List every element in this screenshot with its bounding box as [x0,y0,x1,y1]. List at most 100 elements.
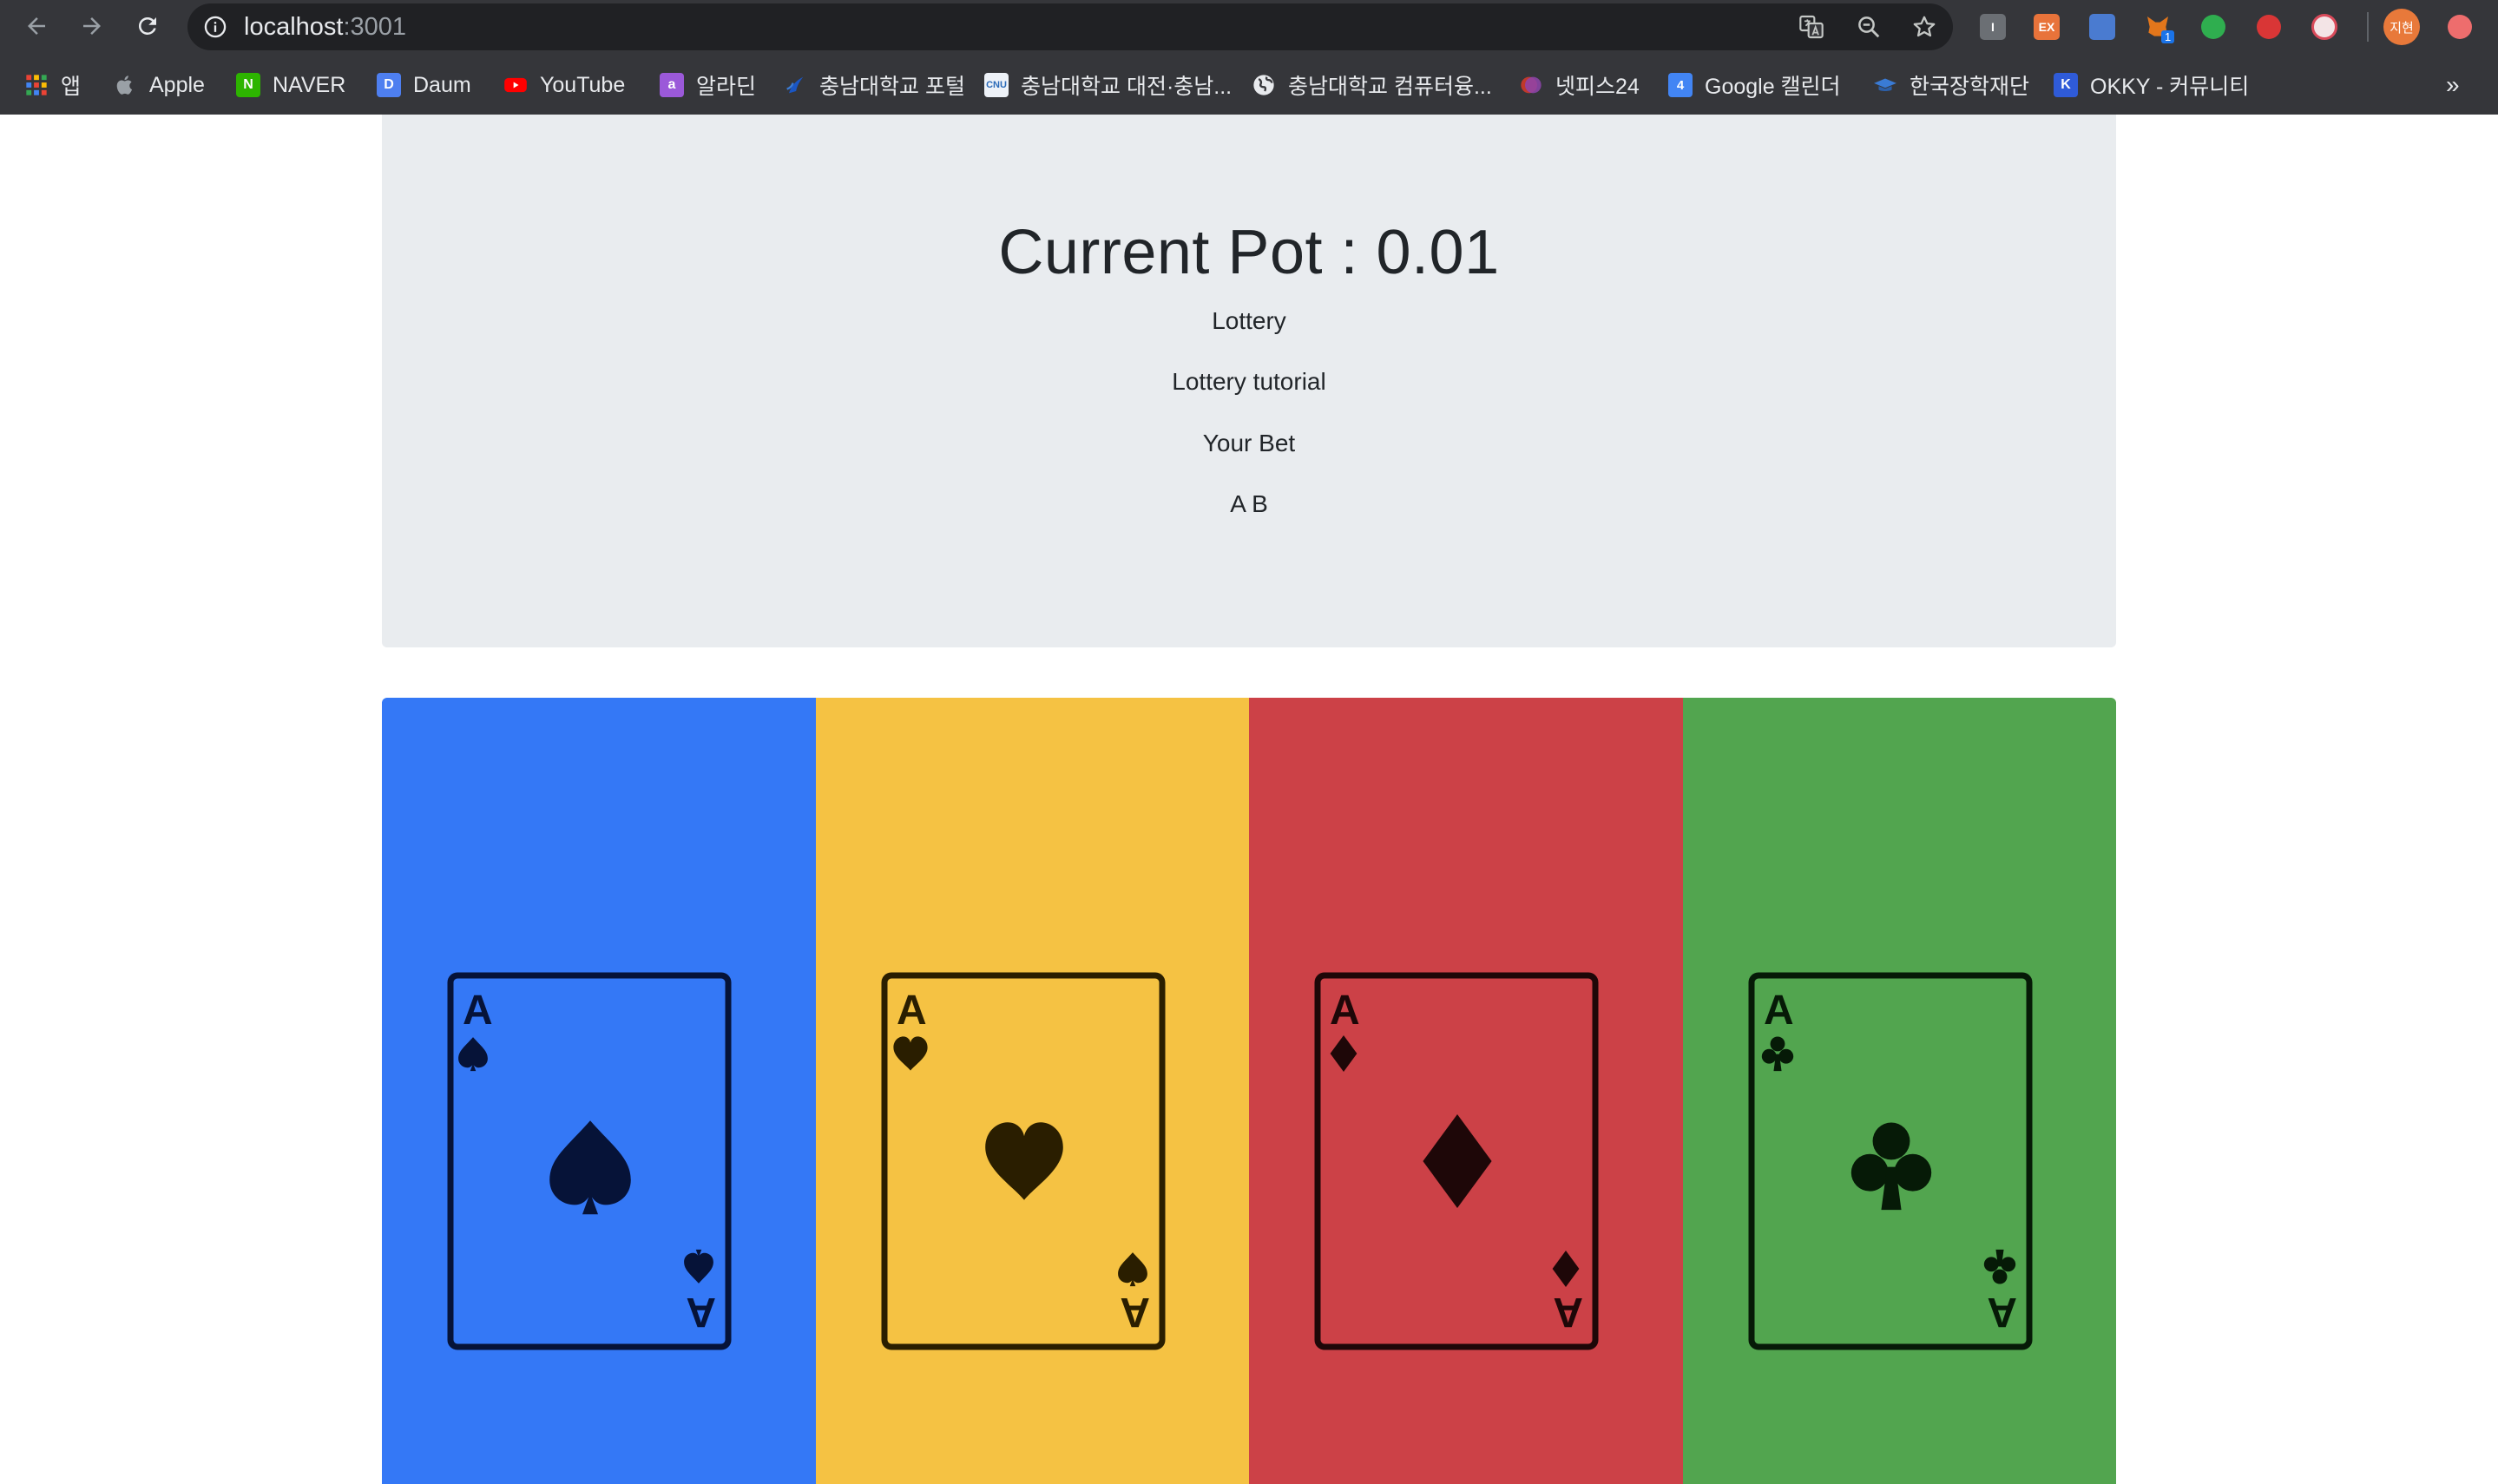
extension-green[interactable] [2198,11,2229,43]
ace-of-hearts-card[interactable]: A A [881,972,1167,1350]
card-rank-top: A [463,988,493,1034]
bet-letters-text: A B [1230,490,1268,517]
calendar-icon: 4 [1668,73,1693,97]
profile-avatar[interactable]: 지현 [2383,9,2420,45]
globe-icon [1253,75,1274,95]
reload-icon [138,16,156,35]
card-rank-bottom: A [686,1289,716,1335]
translate-button[interactable] [1797,12,1826,42]
apps-grid-icon [26,75,47,95]
netpiece-icon [1521,76,1542,94]
cards-row: A A A A A A A A [382,698,2116,1484]
bookmark-daum[interactable]: D Daum [377,61,471,109]
card-rank-top: A [1764,988,1794,1034]
heart-center-icon [984,1122,1063,1200]
extension-keyboard[interactable] [2087,11,2118,43]
bookmarks-overflow-button[interactable]: » [2446,61,2460,109]
bookmark-cnu-portal[interactable]: 충남대학교 포털 [783,61,965,109]
site-info-icon[interactable] [203,15,227,39]
update-icon [2448,15,2472,39]
spade-center-icon [549,1120,631,1215]
address-bar[interactable]: localhost:3001 [187,3,1953,50]
diamond-center-icon [1423,1114,1492,1208]
daum-icon: D [377,73,401,97]
card-rank-top: A [897,988,927,1034]
okky-icon: K [2054,73,2078,97]
card-panel-diamond[interactable]: A A [1249,698,1683,1484]
url-host: localhost [244,13,344,41]
bookmark-netpiece[interactable]: 넷피스24 [1519,61,1640,109]
club-small-icon [1761,1036,1793,1072]
zoom-out-icon [1858,16,1880,38]
naver-icon: N [236,73,260,97]
extension-ex[interactable]: EX [2031,11,2062,43]
card-rank-top: A [1330,988,1360,1034]
update-button[interactable] [2444,11,2475,43]
zoom-button[interactable] [1854,12,1883,42]
youtube-icon [504,77,527,93]
ace-of-spades-card[interactable]: A A [447,972,733,1350]
bookmark-label: 넷피스24 [1555,75,1640,99]
extension-badge: 1 [2161,30,2175,43]
bookmark-okky[interactable]: K OKKY - 커뮤니티 [2054,61,2249,109]
spade-small-icon [458,1037,488,1072]
bookmark-label: 충남대학교 포털 [819,75,965,99]
heart-small-icon [892,1036,928,1071]
card-panel-club[interactable]: A A [1682,698,2116,1484]
bookmark-label: Google 캘린더 [1705,75,1841,99]
forward-button[interactable] [73,7,111,45]
bookmark-naver[interactable]: N NAVER [236,61,345,109]
reload-button[interactable] [128,7,167,45]
card-rank-bottom: A [1553,1289,1583,1335]
green-extension-icon [2201,15,2225,39]
bookmarks-bar: 앱 Apple N NAVER D Daum YouTube a 알라딘 충남대… [0,61,2498,109]
bookmark-label: 충남대학교 대전·충남... [1021,75,1233,99]
spade-small-icon-bottom [1117,1252,1147,1287]
bookmark-label: 알라딘 [696,75,757,99]
bookmark-scholarship[interactable]: 한국장학재단 [1873,61,2029,109]
spade-small-icon-bottom [684,1249,713,1284]
bookmark-aladin[interactable]: a 알라딘 [660,61,756,109]
extension-white[interactable] [2309,11,2340,43]
extension-i[interactable]: I [1977,11,2008,43]
bookmark-label: Daum [413,72,471,97]
red-extension-icon [2257,15,2281,39]
ace-of-diamonds-card[interactable]: A A [1314,972,1601,1350]
bookmark-label: YouTube [540,72,626,97]
card-panel-spade[interactable]: A A [382,698,816,1484]
apple-icon [116,76,133,95]
diamond-small-icon [1330,1035,1357,1072]
ace-of-clubs-card[interactable]: A A [1748,972,2035,1350]
browser-toolbar: localhost:3001 I EX 1 지현 [0,0,2498,54]
lottery-tutorial-text: Lottery tutorial [1172,368,1326,395]
extension-ex-icon: EX [2034,14,2060,40]
club-center-icon [1850,1122,1931,1211]
aladin-icon: a [660,73,684,97]
forward-arrow-icon [83,17,101,35]
back-button[interactable] [17,7,56,45]
extension-metamask[interactable]: 1 [2142,11,2175,43]
white-extension-icon [2311,14,2337,40]
extension-red[interactable] [2253,11,2284,43]
bookmark-apple[interactable]: Apple [113,61,205,109]
bookmark-label: OKKY - 커뮤니티 [2090,75,2250,99]
toolbar-separator [2367,12,2369,42]
cnu-portal-icon [786,76,804,94]
bookmark-cnu-computer[interactable]: 충남대학교 컴퓨터융... [1252,61,1492,109]
bookmark-label: NAVER [273,72,346,97]
pot-jumbotron: Current Pot : 0.01 Lottery Lottery tutor… [382,115,2116,647]
translate-icon [1799,15,1824,39]
url-text[interactable]: localhost:3001 [244,3,406,50]
card-panel-heart[interactable]: A A [815,698,1249,1484]
diamond-small-icon-bottom [1552,1251,1580,1287]
bookmark-apps[interactable]: 앱 [24,61,81,109]
your-bet-text: Your Bet [1202,430,1296,456]
bookmark-star-button[interactable] [1910,12,1939,42]
star-icon [1913,16,1936,37]
bookmark-cnu[interactable]: CNU 충남대학교 대전·충남... [984,61,1232,109]
bookmark-label: Apple [149,72,205,97]
back-arrow-icon [28,17,45,35]
scholarship-icon [1874,78,1897,91]
bookmark-google-calendar[interactable]: 4 Google 캘린더 [1668,61,1841,109]
bookmark-youtube[interactable]: YouTube [503,61,625,109]
